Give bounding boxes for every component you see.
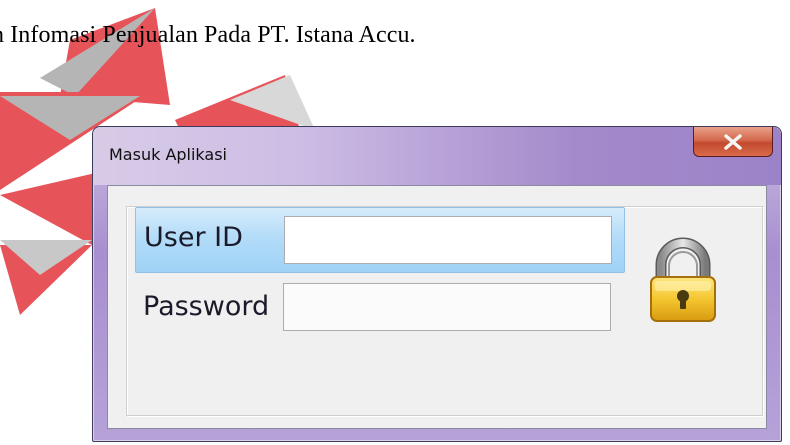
window-title: Masuk Aplikasi — [109, 145, 227, 164]
close-button[interactable] — [693, 127, 773, 157]
padlock-icon — [647, 235, 719, 325]
page: n Infomasi Penjualan Pada PT. Istana Acc… — [0, 0, 790, 445]
user-id-label: User ID — [144, 222, 243, 253]
dialog-client-area: User ID Password — [107, 185, 767, 429]
close-icon — [724, 133, 742, 150]
password-input[interactable] — [283, 283, 611, 331]
login-dialog: Masuk Aplikasi User ID Password — [92, 126, 782, 442]
user-id-input[interactable] — [284, 216, 612, 264]
user-id-row: User ID — [135, 207, 625, 273]
password-row: Password — [135, 277, 625, 343]
login-groupbox: User ID Password — [126, 206, 763, 416]
title-bar[interactable]: Masuk Aplikasi — [93, 127, 781, 185]
document-caption: n Infomasi Penjualan Pada PT. Istana Acc… — [0, 22, 416, 48]
password-label: Password — [143, 291, 270, 322]
